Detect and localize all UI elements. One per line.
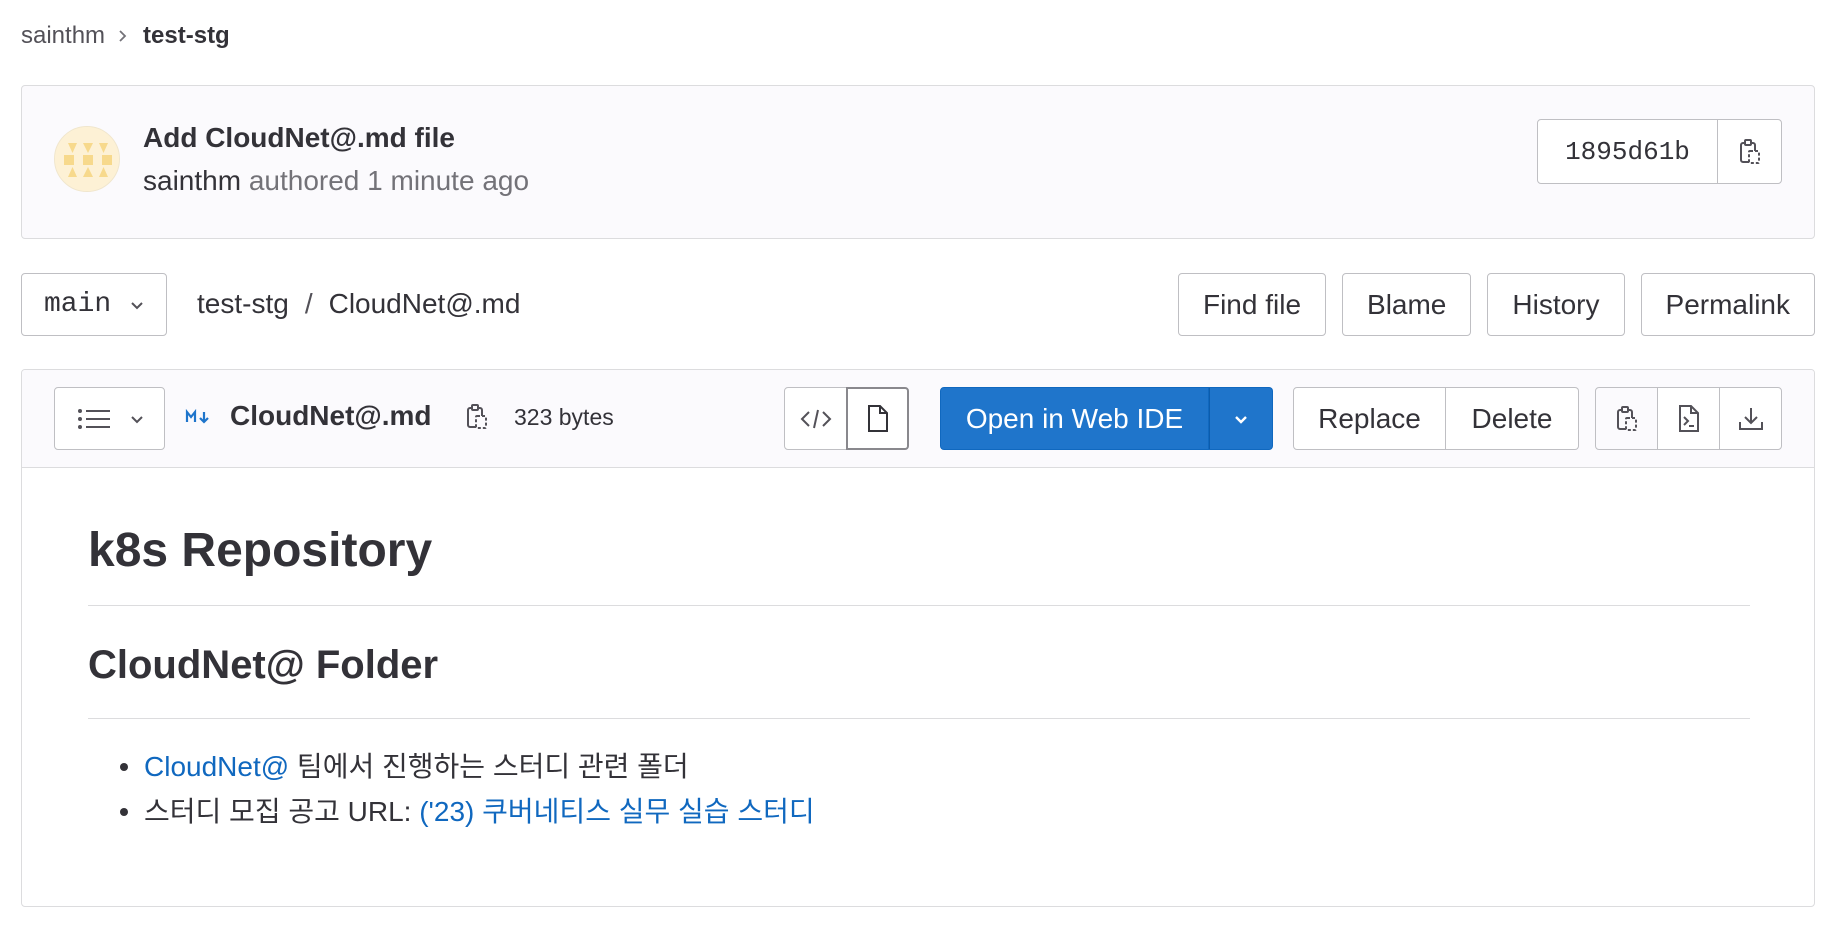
display-rendered-button[interactable] [846,387,909,450]
copy-to-clipboard-icon [1738,138,1762,166]
view-toggle [784,387,909,450]
open-in-web-ide-button[interactable]: Open in Web IDE [940,387,1209,450]
list-item: CloudNet@ 팀에서 진행하는 스터디 관련 폴더 [88,744,815,789]
commit-meta: sainthm authored 1 minute ago [143,165,529,197]
bullet [120,808,128,816]
list-item: 스터디 모집 공고 URL: ('23) 쿠버네티스 실무 실습 스터디 [88,789,815,834]
delete-button[interactable]: Delete [1446,387,1579,450]
edit-button-group: Replace Delete [1293,387,1579,450]
path-root-link[interactable]: test-stg [197,288,289,320]
list-bulleted-icon [77,408,111,430]
tree-actions: Find file Blame History Permalink [1177,273,1815,336]
breadcrumb-current[interactable]: test-stg [143,22,230,50]
chevron-down-icon [128,296,146,314]
web-ide-dropdown-button[interactable] [1209,387,1273,450]
commit-time: authored 1 minute ago [248,165,530,196]
chevron-right-icon [117,29,129,43]
file-name: CloudNet@.md [230,400,432,431]
commit-sha-group: 1895d61b [1537,119,1782,184]
history-button[interactable]: History [1487,273,1625,336]
copy-sha-button[interactable] [1718,120,1781,183]
branch-selector[interactable]: main [21,273,167,336]
heading-divider [88,605,1750,606]
copy-file-path-button[interactable] [465,403,489,431]
chevron-down-icon [1232,410,1250,428]
permalink-button[interactable]: Permalink [1640,273,1815,336]
markdown-icon [185,409,213,425]
file-actions-group [1595,387,1782,450]
file-path: test-stg / CloudNet@.md [197,282,520,326]
heading-divider [88,718,1750,719]
commit-sha[interactable]: 1895d61b [1538,120,1718,183]
web-ide-group: Open in Web IDE [940,387,1273,450]
markdown-list: CloudNet@ 팀에서 진행하는 스터디 관련 폴더 스터디 모집 공고 U… [88,744,815,834]
blame-button[interactable]: Blame [1342,273,1472,336]
find-file-button[interactable]: Find file [1177,273,1327,336]
file-viewer: CloudNet@.md 323 bytes Open in Web IDE R… [21,369,1815,907]
breadcrumb: sainthm test-stg [21,18,230,54]
study-recruit-link[interactable]: ('23) 쿠버네티스 실무 실습 스터디 [419,796,814,827]
list-item-text: 팀에서 진행하는 스터디 관련 폴더 [289,751,689,782]
code-icon [800,407,832,431]
breadcrumb-parent-link[interactable]: sainthm [21,22,105,50]
list-item-text: 스터디 모집 공고 URL: [144,796,420,827]
path-separator: / [304,288,313,319]
file-header: CloudNet@.md 323 bytes Open in Web IDE R… [22,370,1814,468]
commit-title[interactable]: Add CloudNet@.md file [143,122,455,154]
file-size: 323 bytes [514,404,614,430]
bullet [120,763,128,771]
download-button[interactable] [1719,387,1782,450]
document-icon [866,404,890,434]
page: sainthm test-stg Add CloudNet@.md file s… [0,0,1836,926]
table-of-contents-button[interactable] [54,387,165,450]
open-raw-button[interactable] [1657,387,1720,450]
download-icon [1737,405,1765,433]
markdown-heading-2: CloudNet@ Folder [88,643,439,687]
file-terminal-icon [1677,404,1701,434]
copy-contents-button[interactable] [1595,387,1658,450]
chevron-down-icon [128,410,146,428]
last-commit-box: Add CloudNet@.md file sainthm authored 1… [21,85,1815,239]
copy-to-clipboard-icon [1615,405,1639,433]
cloudnet-link[interactable]: CloudNet@ [144,751,289,782]
display-source-button[interactable] [784,387,847,450]
avatar[interactable] [54,126,120,192]
branch-name: main [44,289,112,320]
replace-button[interactable]: Replace [1293,387,1446,450]
markdown-heading-1: k8s Repository [88,524,433,577]
path-file: CloudNet@.md [328,288,521,319]
commit-author[interactable]: sainthm [143,165,241,196]
